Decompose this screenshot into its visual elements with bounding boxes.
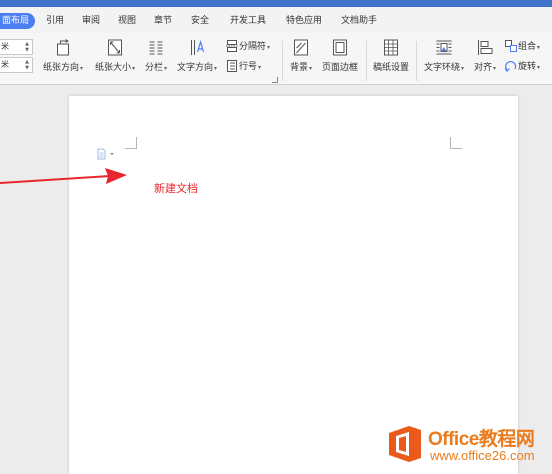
paper-orientation-label: 纸张方向 — [42, 63, 79, 73]
manuscript-grid-icon — [384, 39, 398, 56]
margin-corner-mark — [125, 137, 137, 149]
tab-review[interactable]: 审阅 — [82, 13, 100, 29]
chevron-down-icon: ▾ — [258, 64, 262, 71]
document-page[interactable] — [69, 96, 518, 474]
background-button[interactable]: 背景▾ — [286, 39, 316, 79]
margin-top-field[interactable]: 米 ▲ ▼ — [0, 39, 33, 55]
paragraph-layout-icon[interactable] — [97, 148, 117, 160]
rotate-icon — [504, 61, 517, 72]
paper-orientation-button[interactable]: 纸张方向▾ — [40, 39, 86, 79]
page-break-icon — [226, 40, 238, 52]
tab-page-layout[interactable]: 面布局 — [0, 13, 36, 29]
margin-bottom-value: 米 — [1, 60, 9, 69]
chevron-down-icon: ▾ — [537, 44, 541, 51]
columns-label: 分栏 — [144, 63, 163, 73]
tab-developer[interactable]: 开发工具 — [230, 13, 266, 29]
line-number-icon — [227, 60, 237, 72]
paper-size-button[interactable]: 纸张大小▾ — [92, 39, 138, 79]
ribbon-divider — [416, 41, 417, 81]
text-wrap-label: 文字环绕 — [423, 63, 460, 73]
tab-references[interactable]: 引用 — [46, 13, 64, 29]
ribbon-toolbar: 米 ▲ ▼ 米 ▲ ▼ 纸张方向▾ 纸张大小▾ 分栏▾ 文字方向▾ 分隔符▾ 行… — [0, 33, 552, 85]
paper-size-icon — [108, 39, 122, 56]
tab-doc-assistant[interactable]: 文档助手 — [341, 13, 377, 29]
manuscript-setup-label: 稿纸设置 — [372, 63, 409, 73]
group-label: 组合 — [518, 42, 537, 52]
rotate-button[interactable]: 旋转▾ — [504, 60, 541, 74]
text-wrap-button[interactable]: 文字环绕▾ — [420, 39, 468, 79]
chevron-down-icon: ▾ — [132, 65, 136, 72]
margin-top-value: 米 — [1, 42, 9, 51]
annotation-text: 新建文档 — [154, 182, 198, 195]
align-left-icon — [478, 40, 493, 55]
chevron-down-icon: ▾ — [267, 44, 271, 51]
line-number-button[interactable]: 行号▾ — [226, 60, 261, 74]
background-label: 背景 — [289, 63, 308, 73]
tab-section[interactable]: 章节 — [154, 13, 172, 29]
text-direction-label: 文字方向 — [176, 63, 213, 73]
manuscript-setup-button[interactable]: 稿纸设置 — [369, 39, 413, 79]
chevron-down-icon: ▾ — [80, 65, 84, 72]
dialog-launcher-icon[interactable] — [272, 77, 278, 83]
tab-security[interactable]: 安全 — [191, 13, 209, 29]
ribbon-divider — [282, 41, 283, 81]
chevron-down-icon: ▾ — [309, 65, 313, 72]
text-wrap-icon — [436, 40, 452, 55]
text-direction-button[interactable]: 文字方向▾ — [174, 39, 220, 79]
paper-orientation-icon — [57, 39, 69, 56]
text-direction-icon — [191, 39, 205, 55]
chevron-down-icon: ▾ — [214, 65, 218, 72]
align-label: 对齐 — [473, 63, 492, 73]
office-logo-icon — [389, 426, 421, 462]
chevron-down-icon: ▾ — [164, 65, 168, 72]
group-icon — [505, 40, 517, 52]
page-border-icon — [333, 39, 347, 56]
margin-bottom-field[interactable]: 米 ▲ ▼ — [0, 57, 33, 73]
margin-corner-mark — [450, 137, 462, 149]
tab-special-apps[interactable]: 特色应用 — [286, 13, 322, 29]
spinner-icon[interactable]: ▲ ▼ — [24, 41, 30, 53]
chevron-down-icon: ▾ — [537, 64, 541, 71]
rotate-label: 旋转 — [518, 62, 537, 72]
paper-size-label: 纸张大小 — [94, 63, 131, 73]
page-border-button[interactable]: 页面边框 — [318, 39, 362, 79]
group-button[interactable]: 组合▾ — [505, 40, 540, 54]
ribbon-divider — [366, 41, 367, 81]
red-arrow-annotation — [0, 168, 127, 184]
columns-icon — [149, 41, 163, 55]
separator-label: 分隔符 — [239, 42, 267, 52]
title-bar-strip — [0, 0, 552, 7]
background-icon — [294, 39, 308, 56]
page-border-label: 页面边框 — [321, 63, 358, 73]
columns-button[interactable]: 分栏▾ — [142, 39, 170, 79]
chevron-down-icon: ▾ — [461, 65, 465, 72]
tab-view[interactable]: 视图 — [118, 13, 136, 29]
separator-button[interactable]: 分隔符▾ — [226, 40, 270, 54]
line-number-label: 行号 — [239, 62, 258, 72]
menu-bar: 面布局 引用 审阅 视图 章节 安全 开发工具 特色应用 文档助手 — [0, 7, 552, 33]
watermark-title: Office教程网 — [428, 429, 535, 450]
watermark-url: www.office26.com — [430, 448, 535, 463]
align-button[interactable]: 对齐▾ — [470, 39, 500, 79]
spinner-icon[interactable]: ▲ ▼ — [24, 59, 30, 71]
chevron-down-icon: ▾ — [493, 65, 497, 72]
